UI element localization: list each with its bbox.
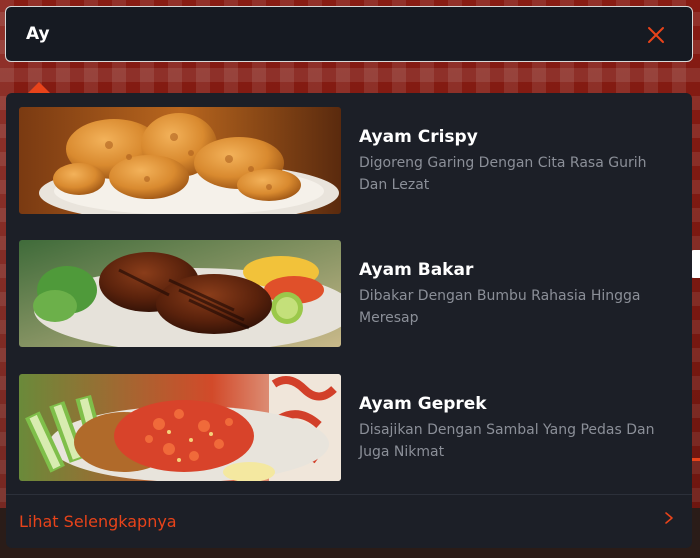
result-title: Ayam Geprek xyxy=(359,394,487,414)
grilled-chicken-photo xyxy=(19,240,341,347)
fried-chicken-photo xyxy=(19,107,341,214)
result-description: Disajikan Dengan Sambal Yang Pedas Dan J… xyxy=(359,422,655,460)
result-title: Ayam Crispy xyxy=(359,127,478,147)
result-description: Dibakar Dengan Bumbu Rahasia Hingga Mere… xyxy=(359,288,641,326)
see-more-link[interactable]: Lihat Selengkapnya xyxy=(6,495,692,548)
dropdown-caret xyxy=(28,82,50,93)
result-title: Ayam Bakar xyxy=(359,260,474,280)
result-item-ayam-bakar[interactable]: Ayam Bakar Dibakar Dengan Bumbu Rahasia … xyxy=(19,240,679,347)
smashed-chicken-sambal-photo xyxy=(19,374,341,481)
search-bar xyxy=(5,6,693,62)
see-more-label: Lihat Selengkapnya xyxy=(19,512,177,531)
result-item-ayam-geprek[interactable]: Ayam Geprek Disajikan Dengan Sambal Yang… xyxy=(19,374,679,481)
result-item-ayam-crispy[interactable]: Ayam Crispy Digoreng Garing Dengan Cita … xyxy=(19,107,679,214)
chevron-right-icon xyxy=(665,512,673,524)
search-input[interactable] xyxy=(26,7,606,61)
close-icon[interactable] xyxy=(644,23,668,47)
result-description: Digoreng Garing Dengan Cita Rasa Gurih D… xyxy=(359,155,647,193)
background-accent-line xyxy=(692,458,700,461)
search-results-dropdown: Ayam Crispy Digoreng Garing Dengan Cita … xyxy=(6,93,692,548)
